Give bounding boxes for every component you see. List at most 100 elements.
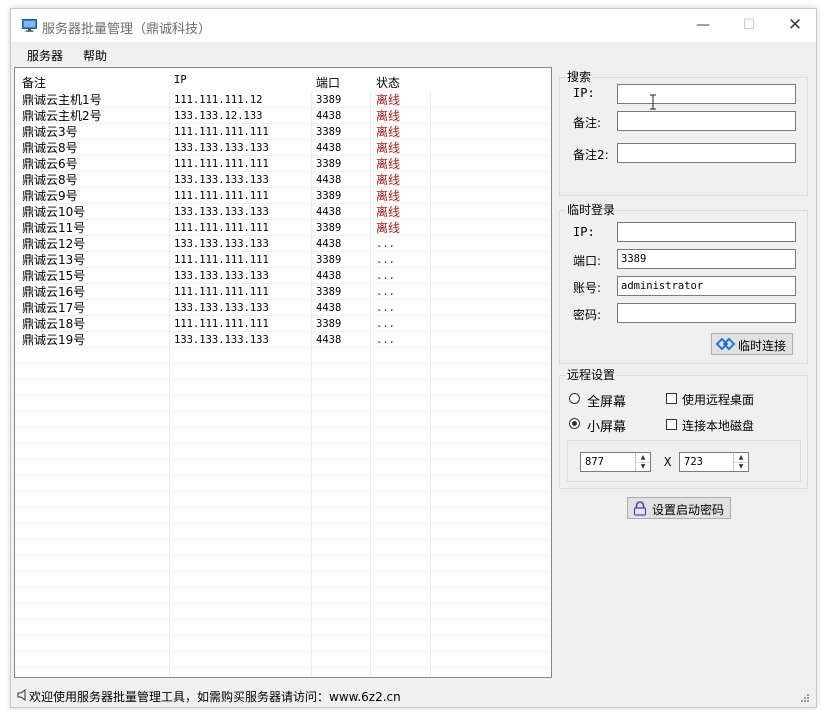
table-row[interactable]: 鼎诚云主机1号 111.111.111.12 3389 离线 — [15, 92, 551, 108]
small-screen-radio[interactable] — [569, 418, 580, 429]
width-spinner[interactable]: 877 ▲ ▼ — [580, 452, 651, 472]
table-row[interactable]: 鼎诚云8号 133.133.133.133 4438 离线 — [15, 140, 551, 156]
cell-status: 离线 — [376, 205, 401, 219]
cell-note: 鼎诚云6号 — [22, 157, 78, 171]
table-row[interactable]: 鼎诚云18号 111.111.111.111 3389... — [15, 316, 551, 332]
table-row[interactable]: 鼎诚云10号 133.133.133.133 4438 离线 — [15, 204, 551, 220]
speaker-icon — [17, 689, 26, 701]
search-group-title: 搜索 — [566, 68, 593, 85]
search-note-input[interactable] — [617, 111, 796, 131]
column-header-note[interactable]: 备注 — [22, 74, 46, 91]
cell-port: 3389 — [316, 158, 342, 170]
cell-ip: 133.133.133.133 — [174, 270, 269, 282]
height-spinner[interactable]: 723 ▲ ▼ — [679, 452, 749, 472]
cell-status: 离线 — [376, 189, 401, 203]
menu-server[interactable]: 服务器 — [27, 47, 63, 64]
table-row[interactable]: 鼎诚云11号 111.111.111.111 3389 离线 — [15, 220, 551, 236]
table-row[interactable]: 鼎诚云19号 133.133.133.133 4438... — [15, 332, 551, 348]
close-button[interactable]: ✕ — [772, 9, 816, 42]
table-row[interactable]: 鼎诚云17号 133.133.133.133 4438... — [15, 300, 551, 316]
table-row[interactable]: 鼎诚云12号 133.133.133.133 4438... — [15, 236, 551, 252]
temp-port-input[interactable]: 3389 — [617, 249, 796, 269]
cell-ip: 133.133.133.133 — [174, 206, 269, 218]
search-note2-label: 备注2: — [573, 148, 609, 162]
cell-port: 3389 — [316, 222, 342, 234]
temp-password-input[interactable] — [617, 303, 796, 323]
fullscreen-radio[interactable] — [569, 393, 580, 404]
menu-help[interactable]: 帮助 — [83, 47, 107, 64]
cell-status: ... — [376, 302, 395, 314]
table-row[interactable]: 鼎诚云9号 111.111.111.111 3389 离线 — [15, 188, 551, 204]
table-row[interactable]: 鼎诚云3号 111.111.111.111 3389 离线 — [15, 124, 551, 140]
cell-ip: 133.133.12.133 — [174, 110, 263, 122]
lock-icon — [633, 501, 647, 516]
cell-ip: 111.111.111.111 — [174, 126, 269, 138]
cell-status: ... — [376, 254, 395, 266]
cell-ip: 133.133.133.133 — [174, 142, 269, 154]
temp-ip-label: IP: — [573, 225, 595, 239]
app-window: 服务器批量管理（鼎诚科技） — ☐ ✕ 服务器 帮助 备注 IP 端口 状态 鼎… — [10, 8, 817, 708]
remote-desktop-checkbox[interactable] — [666, 393, 677, 404]
cell-note: 鼎诚云3号 — [22, 125, 78, 139]
cell-note: 鼎诚云12号 — [22, 237, 86, 251]
title-bar: 服务器批量管理（鼎诚科技） — ☐ ✕ — [11, 9, 816, 42]
cell-note: 鼎诚云16号 — [22, 285, 86, 299]
search-ip-input[interactable] — [617, 84, 796, 104]
cell-status: ... — [376, 270, 395, 282]
column-header-status[interactable]: 状态 — [376, 74, 400, 91]
cell-ip: 111.111.111.111 — [174, 222, 269, 234]
remote-desktop-label[interactable]: 使用远程桌面 — [682, 391, 754, 408]
maximize-button[interactable]: ☐ — [726, 9, 772, 42]
search-note2-input[interactable] — [617, 143, 796, 163]
cell-port: 3389 — [316, 286, 342, 298]
cell-status: 离线 — [376, 125, 401, 139]
spin-down-icon[interactable]: ▼ — [734, 462, 748, 471]
temp-account-input[interactable]: administrator — [617, 276, 796, 296]
cell-note: 鼎诚云主机2号 — [22, 109, 102, 123]
cell-port: 4438 — [316, 174, 342, 186]
fullscreen-radio-label[interactable]: 全屏幕 — [587, 391, 626, 410]
cell-status: 离线 — [376, 221, 401, 235]
local-disk-label[interactable]: 连接本地磁盘 — [682, 417, 754, 434]
cell-ip: 133.133.133.133 — [174, 302, 269, 314]
cell-ip: 111.111.111.111 — [174, 190, 269, 202]
cell-status: ... — [376, 334, 395, 346]
cell-note: 鼎诚云11号 — [22, 221, 86, 235]
small-screen-radio-label[interactable]: 小屏幕 — [587, 416, 626, 435]
cell-ip: 111.111.111.111 — [174, 286, 269, 298]
minimize-button[interactable]: — — [680, 9, 726, 42]
table-row[interactable]: 鼎诚云6号 111.111.111.111 3389 离线 — [15, 156, 551, 172]
cell-ip: 133.133.133.133 — [174, 238, 269, 250]
column-header-port[interactable]: 端口 — [316, 74, 340, 91]
cell-port: 3389 — [316, 254, 342, 266]
table-row[interactable]: 鼎诚云13号 111.111.111.111 3389... — [15, 252, 551, 268]
status-text: 欢迎使用服务器批量管理工具，如需购买服务器请访问：www.6z2.cn — [29, 690, 401, 704]
search-note-label: 备注: — [573, 116, 602, 130]
cell-note: 鼎诚云8号 — [22, 141, 78, 155]
column-header-ip[interactable]: IP — [174, 74, 187, 86]
cell-ip: 111.111.111.111 — [174, 318, 269, 330]
cell-port: 3389 — [316, 190, 342, 202]
cell-port: 4438 — [316, 206, 342, 218]
link-icon — [715, 337, 736, 351]
temp-ip-input[interactable] — [617, 222, 796, 242]
table-row[interactable]: 鼎诚云8号 133.133.133.133 4438 离线 — [15, 172, 551, 188]
remote-settings-group-title: 远程设置 — [566, 366, 617, 383]
cell-status: ... — [376, 238, 395, 250]
server-list[interactable]: 备注 IP 端口 状态 鼎诚云主机1号 111.111.111.12 3389 离线鼎… — [14, 67, 552, 678]
table-row[interactable]: 鼎诚云16号 111.111.111.111 3389... — [15, 284, 551, 300]
temp-account-label: 账号: — [573, 281, 602, 295]
table-row[interactable]: 鼎诚云主机2号 133.133.12.133 4438 离线 — [15, 108, 551, 124]
cell-ip: 111.111.111.111 — [174, 254, 269, 266]
cell-ip: 133.133.133.133 — [174, 174, 269, 186]
spin-down-icon[interactable]: ▼ — [636, 462, 650, 471]
set-startup-password-button[interactable]: 设置启动密码 — [627, 497, 731, 519]
cell-note: 鼎诚云8号 — [22, 173, 78, 187]
local-disk-checkbox[interactable] — [666, 419, 677, 430]
cell-port: 4438 — [316, 142, 342, 154]
resize-grip-icon[interactable] — [800, 693, 810, 703]
cell-port: 3389 — [316, 94, 342, 106]
table-row[interactable]: 鼎诚云15号 133.133.133.133 4438... — [15, 268, 551, 284]
cell-note: 鼎诚云10号 — [22, 205, 86, 219]
temp-connect-button[interactable]: 临时连接 — [711, 333, 793, 355]
